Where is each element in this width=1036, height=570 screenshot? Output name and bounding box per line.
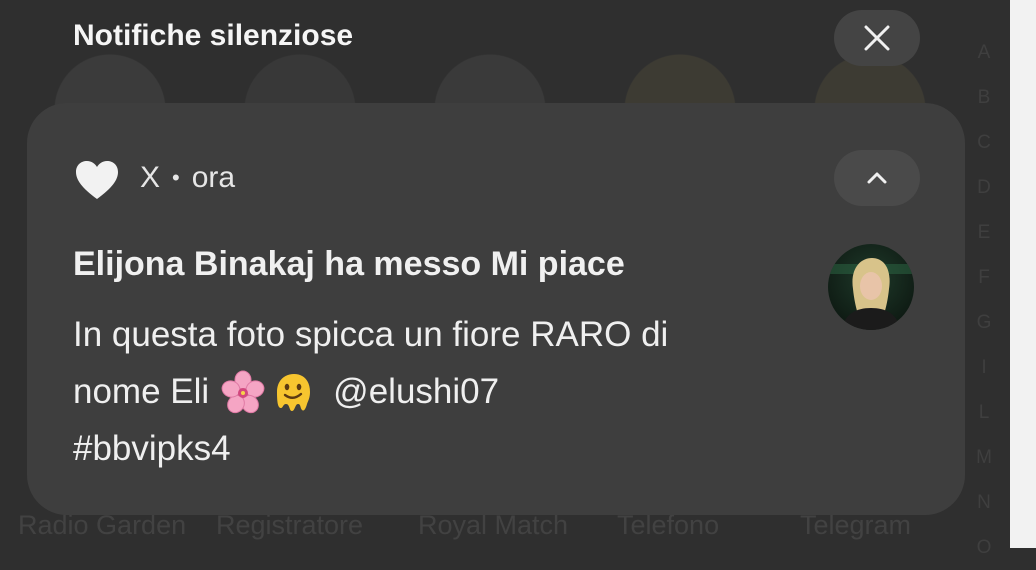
index-letter: C: [977, 132, 991, 153]
notification-card[interactable]: X • ora Elijona Binakaj ha messo Mi piac…: [27, 103, 965, 515]
body-line: nome Eli @elushi07: [73, 363, 793, 420]
melting-face-emoji: [277, 373, 311, 411]
collapse-button[interactable]: [834, 150, 920, 206]
alphabet-index: A B C D E F G I L M N O: [972, 30, 996, 570]
hashtag-text: #bbvipks4: [73, 429, 231, 468]
app-name: X: [140, 161, 161, 194]
silent-notifications-title: Notifiche silenziose: [73, 19, 354, 52]
mention-text: @elushi07: [333, 372, 500, 411]
notification-body: In questa foto spicca un fiore RARO di n…: [73, 306, 793, 477]
index-letter: G: [976, 312, 992, 333]
index-letter: D: [977, 177, 991, 198]
heart-icon: [76, 161, 118, 199]
body-line: #bbvipks4: [73, 420, 793, 477]
close-icon: [864, 25, 890, 51]
index-letter: M: [976, 447, 992, 468]
index-letter: B: [977, 87, 991, 108]
body-line: In questa foto spicca un fiore RARO di: [73, 306, 793, 363]
body-text: nome Eli: [73, 372, 210, 411]
index-letter: F: [978, 267, 990, 288]
chevron-up-icon: [867, 172, 887, 184]
notification-title: Elijona Binakaj ha messo Mi piace: [73, 245, 625, 283]
index-letter: L: [978, 402, 990, 423]
index-letter: E: [977, 222, 991, 243]
notification-header: X • ora: [140, 161, 235, 195]
notification-time: ora: [191, 161, 236, 194]
cherry-blossom-emoji: [221, 370, 265, 413]
profile-avatar: [828, 244, 914, 330]
screen-edge: [1010, 0, 1036, 548]
body-text: In questa foto spicca un fiore RARO di: [73, 315, 669, 354]
index-letter: I: [981, 357, 987, 378]
close-button[interactable]: [834, 10, 920, 66]
separator-dot: •: [172, 165, 180, 190]
index-letter: A: [977, 42, 991, 63]
